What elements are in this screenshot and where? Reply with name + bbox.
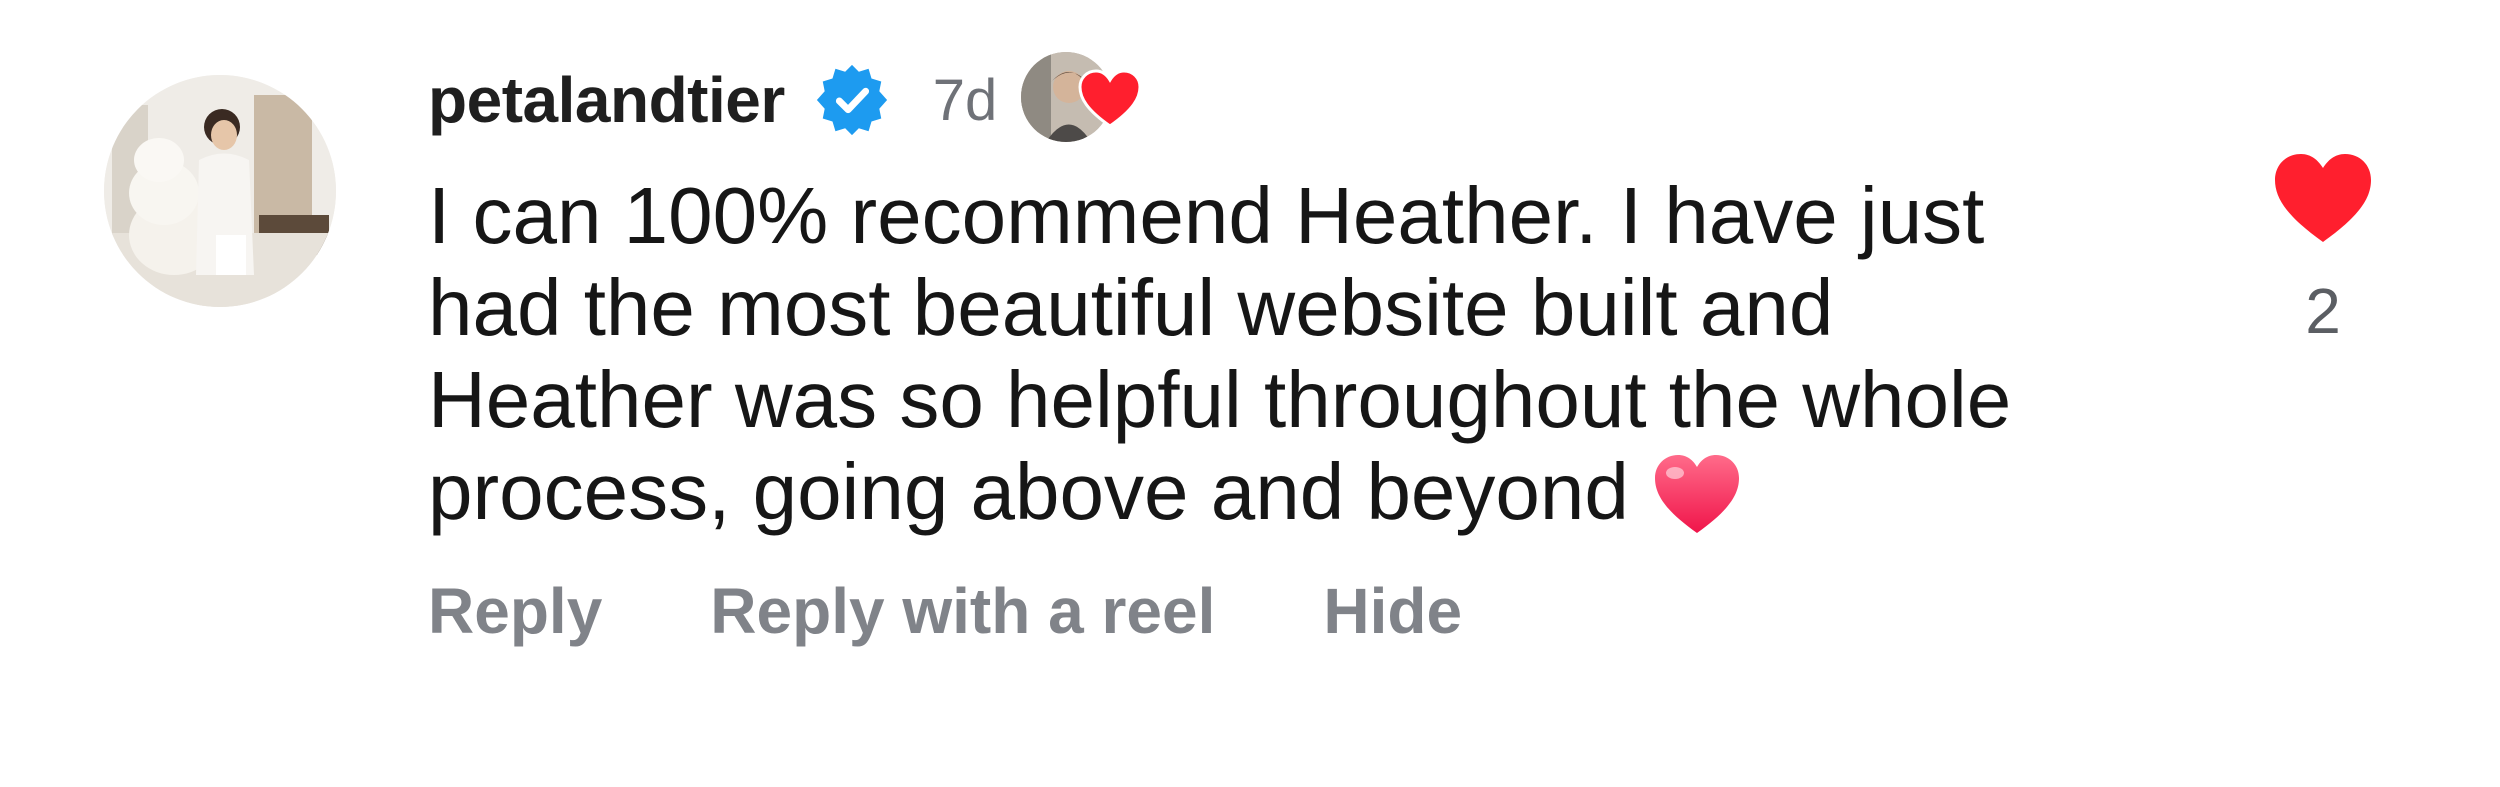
comment-text-line: I can 100% recommend Heather. I have jus… [428,171,1985,260]
verified-badge-icon [813,61,891,139]
reply-button[interactable]: Reply [428,574,602,648]
comment-header: petalandtier 7d [428,52,1151,142]
mini-heart-icon [1077,68,1143,130]
comment-text-line: process, going above and beyond [428,447,1629,536]
hide-button[interactable]: Hide [1323,574,1462,648]
heart-emoji-icon [1651,451,1743,537]
profile-avatar[interactable] [104,75,336,307]
comment-text-line-last: process, going above and beyond [428,446,2228,538]
comment-item: petalandtier 7d I can 100% recommend Hea… [0,0,2500,787]
profile-photo-icon [104,75,336,307]
reply-with-reel-button[interactable]: Reply with a reel [710,574,1215,648]
comment-actions: Reply Reply with a reel Hide [428,574,1462,648]
comment-text-line: Heather was so helpful throughout the wh… [428,355,2012,444]
comment-timestamp: 7d [932,67,998,133]
like-count: 2 [2305,275,2341,347]
like-area: 2 [2260,150,2386,346]
creator-liked-indicator [1021,52,1151,148]
comment-text: I can 100% recommend Heather. I have jus… [428,170,2228,538]
heart-filled-icon[interactable] [2271,150,2375,246]
username[interactable]: petalandtier [428,63,785,137]
comment-text-line: had the most beautiful website built and [428,263,1834,352]
